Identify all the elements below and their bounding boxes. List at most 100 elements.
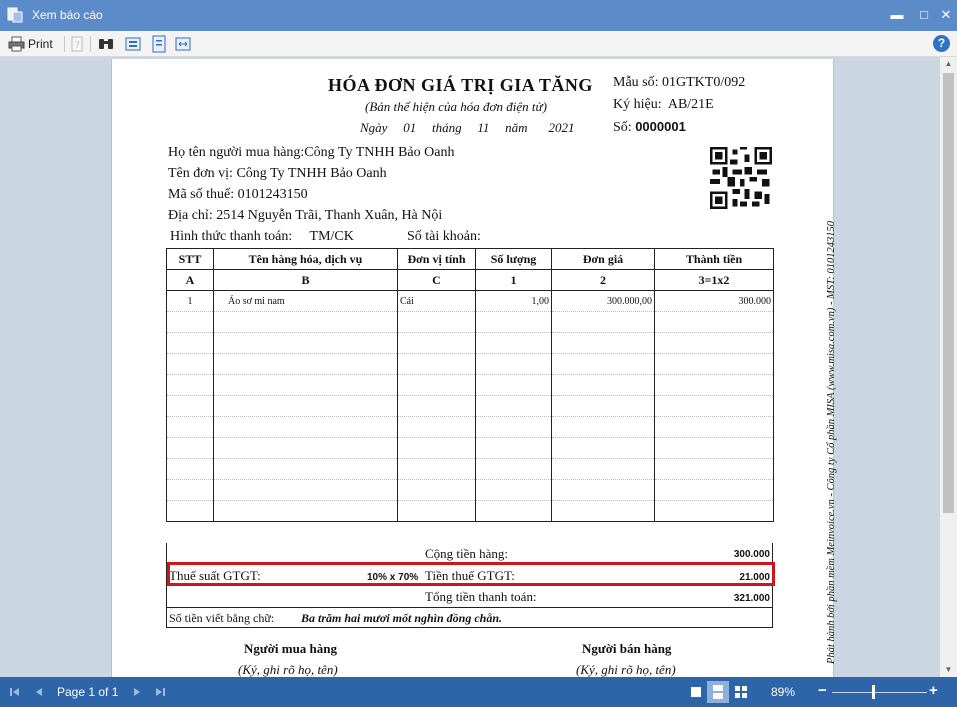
scroll-thumb[interactable] bbox=[943, 73, 954, 513]
table-row bbox=[166, 437, 774, 459]
column-header: STT bbox=[166, 248, 214, 270]
continuous-mode-button[interactable] bbox=[707, 681, 729, 703]
multi-page-mode-icon[interactable] bbox=[734, 685, 748, 699]
seller-signature-note: (Ký, ghi rõ họ, tên) bbox=[576, 662, 676, 677]
items-table: STT Tên hàng hóa, dịch vụ Đơn vị tính Số… bbox=[166, 248, 774, 522]
zoom-in-button[interactable]: + bbox=[929, 682, 938, 699]
subtotal-label: Cộng tiền hàng: bbox=[425, 546, 509, 561]
words-value: Ba trăm hai mươi mốt nghìn đồng chẵn. bbox=[301, 611, 503, 625]
column-code: A bbox=[166, 269, 214, 291]
printer-icon bbox=[8, 36, 25, 52]
series-label: Ký hiệu: bbox=[613, 97, 662, 112]
table-row bbox=[166, 311, 774, 333]
zoom-out-button[interactable]: − bbox=[818, 682, 827, 699]
last-page-icon[interactable] bbox=[153, 685, 167, 699]
item-amount: 300.000 bbox=[654, 290, 774, 312]
column-header: Tên hàng hóa, dịch vụ bbox=[213, 248, 398, 270]
table-row bbox=[166, 416, 774, 438]
vat-highlight-box bbox=[167, 562, 775, 586]
column-code: B bbox=[213, 269, 398, 291]
buyer-name: Họ tên người mua hàng:Công Ty TNHH Bảo O… bbox=[168, 145, 455, 160]
item-price: 300.000,00 bbox=[551, 290, 655, 312]
column-header: Đơn giá bbox=[551, 248, 655, 270]
continuous-page-mode-icon bbox=[713, 685, 723, 699]
total-label: Tổng tiền thanh toán: bbox=[425, 589, 537, 604]
series-value: AB/21E bbox=[667, 97, 714, 112]
vertical-scrollbar[interactable]: ▲ ▼ bbox=[940, 57, 957, 677]
total-value: 321.000 bbox=[733, 593, 770, 604]
svg-text:?: ? bbox=[75, 41, 80, 51]
column-header: Số lượng bbox=[475, 248, 552, 270]
subtotal-value: 300.000 bbox=[733, 549, 770, 560]
print-label: Print bbox=[28, 37, 53, 51]
column-header: Đơn vị tính bbox=[397, 248, 476, 270]
help-button[interactable]: ? bbox=[933, 35, 950, 52]
date-month: 11 bbox=[477, 120, 490, 135]
issuer-side-note-text: Phát hành bởi phần mềm Meinvoice.vn - Cô… bbox=[826, 221, 837, 664]
date-month-label: tháng bbox=[431, 120, 462, 135]
invoice-subtitle: (Bản thể hiện của hóa đơn điện tử) bbox=[365, 99, 547, 114]
table-row bbox=[166, 374, 774, 396]
item-qty: 1,00 bbox=[475, 290, 552, 312]
report-app-icon bbox=[7, 7, 23, 23]
minimize-button[interactable]: ▬ bbox=[887, 5, 907, 25]
previous-page-icon[interactable] bbox=[32, 685, 46, 699]
close-button[interactable]: ✕ bbox=[936, 5, 956, 25]
scroll-down-icon[interactable]: ▼ bbox=[940, 663, 957, 677]
table-row bbox=[166, 458, 774, 480]
tax-code: Mã số thuế: 0101243150 bbox=[168, 187, 308, 202]
page-width-view-icon[interactable] bbox=[151, 35, 167, 53]
number-label: Số: bbox=[613, 120, 632, 135]
zoom-slider-thumb[interactable] bbox=[872, 685, 875, 699]
series-number: Ký hiệu: AB/21E bbox=[613, 97, 714, 113]
next-page-icon[interactable] bbox=[130, 685, 144, 699]
invoice-number: Số: 0000001 bbox=[613, 119, 686, 136]
buyer-signature-title: Người mua hàng bbox=[244, 641, 338, 656]
invoice-date: Ngày 01 tháng 11 năm 2021 bbox=[360, 120, 575, 136]
column-code: 3=1x2 bbox=[654, 269, 774, 291]
single-page-view-icon[interactable] bbox=[125, 35, 141, 53]
first-page-icon[interactable] bbox=[8, 685, 22, 699]
amount-in-words: Số tiền viết bằng chữ: Ba trăm hai mươi … bbox=[166, 607, 773, 628]
date-year-label: năm bbox=[505, 120, 528, 135]
maximize-button[interactable]: □ bbox=[914, 5, 934, 25]
zoom-slider[interactable] bbox=[832, 692, 927, 693]
scroll-up-icon[interactable]: ▲ bbox=[940, 57, 957, 71]
item-name: Áo sơ mi nam bbox=[213, 290, 398, 312]
fit-page-icon[interactable] bbox=[175, 35, 191, 53]
statusbar: Page 1 of 1 89% − + bbox=[0, 677, 957, 707]
payment-method: Hình thức thanh toán: TM/CK bbox=[170, 229, 354, 245]
payment-label: Hình thức thanh toán: bbox=[170, 229, 293, 244]
print-button[interactable]: Print bbox=[8, 35, 58, 53]
number-value: 0000001 bbox=[635, 119, 686, 134]
binoculars-find-icon[interactable] bbox=[97, 35, 115, 53]
table-header-row: STT Tên hàng hóa, dịch vụ Đơn vị tính Số… bbox=[166, 248, 774, 270]
template-number: Mẫu số: 01GTKT0/092 bbox=[613, 75, 745, 91]
toolbar-separator bbox=[64, 36, 65, 52]
single-page-mode-icon[interactable] bbox=[689, 685, 703, 699]
item-unit: Cái bbox=[397, 290, 476, 312]
column-code: 2 bbox=[551, 269, 655, 291]
page-setup-icon[interactable]: ? bbox=[70, 35, 84, 53]
template-value: 01GTKT0/092 bbox=[662, 75, 746, 90]
zoom-level: 89% bbox=[771, 685, 796, 699]
window-titlebar: Xem báo cáo ▬ □ ✕ bbox=[0, 0, 957, 31]
words-label: Số tiền viết bằng chữ: bbox=[169, 611, 275, 625]
account-number: Số tài khoản: bbox=[407, 229, 481, 244]
report-viewer: HÓA ĐƠN GIÁ TRỊ GIA TĂNG (Bản thể hiện c… bbox=[0, 57, 957, 677]
toolbar: Print ? ? bbox=[0, 31, 957, 57]
column-code: 1 bbox=[475, 269, 552, 291]
invoice-page: HÓA ĐƠN GIÁ TRỊ GIA TĂNG (Bản thể hiện c… bbox=[111, 59, 837, 677]
item-stt: 1 bbox=[166, 290, 214, 312]
toolbar-separator bbox=[90, 36, 91, 52]
column-header: Thành tiền bbox=[654, 248, 774, 270]
page-indicator: Page 1 of 1 bbox=[57, 685, 119, 699]
table-row bbox=[166, 500, 774, 522]
template-label: Mẫu số: bbox=[613, 75, 659, 90]
date-year: 2021 bbox=[548, 120, 575, 135]
table-row bbox=[166, 395, 774, 417]
table-row: 1 Áo sơ mi nam Cái 1,00 300.000,00 300.0… bbox=[166, 290, 774, 312]
window-title: Xem báo cáo bbox=[32, 8, 103, 22]
buyer-signature-note: (Ký, ghi rõ họ, tên) bbox=[238, 662, 338, 677]
qr-code-icon bbox=[710, 147, 772, 209]
